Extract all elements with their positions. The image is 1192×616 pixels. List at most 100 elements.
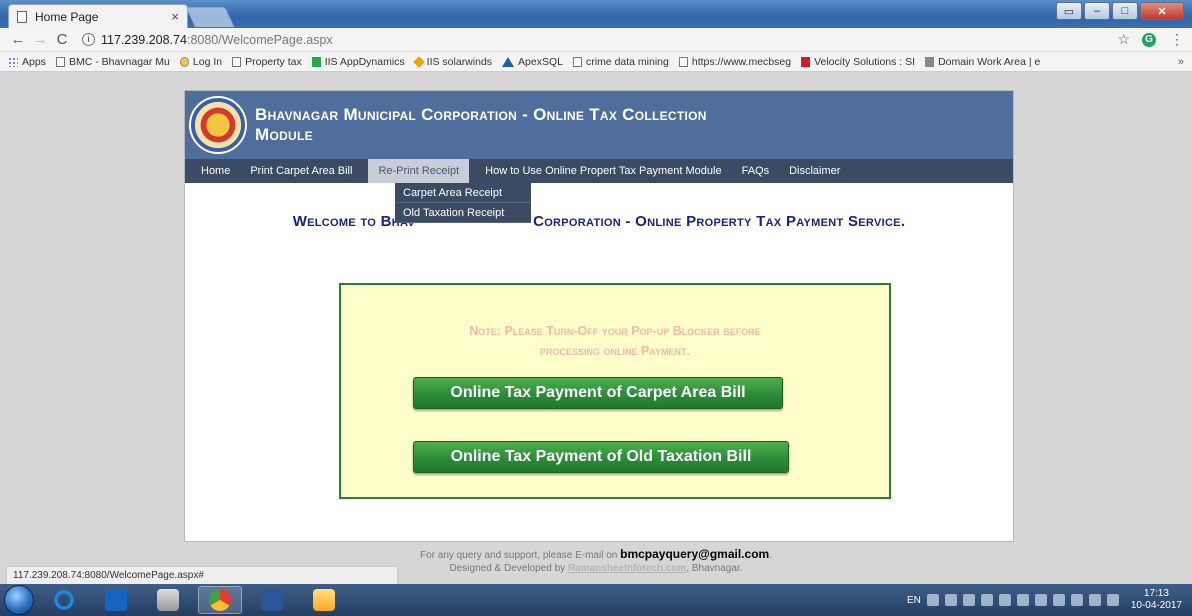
footer-support-line: For any query and support, please E-mail…: [0, 548, 1192, 562]
calculator-icon: [157, 589, 179, 611]
support-email[interactable]: bmcpayquery@gmail.com: [620, 547, 769, 561]
menu-home[interactable]: Home: [191, 159, 240, 183]
tray-app-icon[interactable]: [1052, 594, 1065, 606]
flag-icon[interactable]: [1070, 594, 1083, 606]
pay-carpet-area-bill-button[interactable]: Online Tax Payment of Carpet Area Bill: [413, 377, 783, 409]
close-window-button[interactable]: ✕: [1140, 2, 1184, 20]
popup-blocker-note: Note: Please Turn-Off your Pop-up Blocke…: [469, 324, 761, 358]
bookmark-domain-work[interactable]: Domain Work Area | e: [925, 56, 1040, 68]
developer-link[interactable]: RamansheeInfotech.com: [568, 563, 686, 574]
menu-faqs[interactable]: FAQs: [732, 159, 780, 183]
reload-icon[interactable]: C: [52, 31, 72, 48]
page-icon: [55, 56, 65, 67]
tray-app-icon[interactable]: [980, 594, 993, 606]
pay-old-taxation-bill-button[interactable]: Online Tax Payment of Old Taxation Bill: [413, 441, 789, 473]
dropdown-carpet-area-receipt[interactable]: Carpet Area Receipt: [395, 183, 531, 203]
site-title-line2: Module: [255, 125, 313, 144]
tray-app-icon[interactable]: [1034, 594, 1047, 606]
keyboard-icon[interactable]: [926, 594, 939, 606]
bookmark-label: crime data mining: [585, 55, 669, 68]
bookmark-velocity[interactable]: Velocity Solutions : SI: [801, 56, 915, 68]
bookmark-crime-data[interactable]: crime data mining: [572, 55, 669, 68]
bookmark-star-icon[interactable]: ☆: [1117, 31, 1130, 48]
info-icon[interactable]: i: [82, 33, 95, 46]
page-icon: [232, 56, 242, 67]
browser-tab-bar: Home Page × ▭ – □ ✕: [0, 0, 1192, 28]
word-icon: [261, 589, 283, 611]
forward-arrow-icon[interactable]: →: [30, 31, 50, 48]
bookmark-appdynamics[interactable]: IIS AppDynamics: [311, 56, 405, 68]
solarwinds-icon: [413, 55, 425, 68]
taskbar-calculator[interactable]: [146, 586, 190, 614]
tray-app-icon[interactable]: [998, 594, 1011, 606]
bookmark-label: Log In: [192, 55, 223, 68]
language-indicator[interactable]: EN: [907, 595, 921, 606]
bookmark-apps[interactable]: Apps: [8, 56, 46, 68]
bookmark-label: BMC - Bhavnagar Mu: [68, 55, 170, 68]
window-controls: ▭ – □ ✕: [1056, 2, 1184, 20]
windows-taskbar: EN 17:13 10-04-2017: [0, 584, 1192, 616]
tab-close-icon[interactable]: ×: [171, 9, 179, 24]
browser-status-url: 117.239.208.74:8080/WelcomePage.aspx#: [6, 566, 398, 585]
dropdown-old-taxation-receipt[interactable]: Old Taxation Receipt: [395, 203, 531, 223]
tray-app-icon[interactable]: [962, 594, 975, 606]
menu-disclaimer[interactable]: Disclaimer: [779, 159, 850, 183]
bmc-logo: [189, 96, 247, 154]
taskbar-explorer[interactable]: [302, 586, 346, 614]
clock-date: 10-04-2017: [1130, 600, 1182, 611]
start-button[interactable]: [4, 585, 34, 615]
site-container: Bhavnagar Municipal Corporation - Online…: [184, 90, 1014, 542]
bookmark-login[interactable]: Log In: [179, 55, 223, 68]
tray-app-icon[interactable]: [1016, 594, 1029, 606]
restore-icon[interactable]: ▭: [1056, 2, 1082, 20]
site-title: Bhavnagar Municipal Corporation - Online…: [255, 105, 707, 145]
menu-print-carpet-area-bill[interactable]: Print Carpet Area Bill: [240, 159, 362, 183]
system-clock[interactable]: 17:13 10-04-2017: [1131, 588, 1182, 612]
velocity-icon: [801, 56, 811, 67]
page-icon: [17, 10, 27, 23]
taskbar-chrome[interactable]: [198, 586, 242, 614]
apexsql-icon: [502, 56, 515, 67]
volume-icon[interactable]: [1088, 594, 1101, 606]
browser-tab[interactable]: Home Page ×: [8, 4, 188, 28]
welcome-heading: Welcome to Bhav Corporation - Online Prop…: [185, 213, 1013, 230]
bookmarks-bar: Apps BMC - Bhavnagar Mu Log In Property …: [0, 52, 1192, 72]
media-player-icon: [105, 589, 127, 611]
maximize-button[interactable]: □: [1112, 2, 1138, 20]
tray-app-icon[interactable]: [1106, 594, 1119, 606]
page-icon: [678, 56, 688, 67]
network-icon[interactable]: [944, 594, 957, 606]
menu-reprint-receipt[interactable]: Re-Print Receipt: [368, 159, 470, 183]
new-tab-button[interactable]: [185, 7, 235, 27]
site-title-line1: Bhavnagar Municipal Corporation - Online…: [255, 105, 707, 124]
bookmark-bmc[interactable]: BMC - Bhavnagar Mu: [55, 55, 170, 68]
url-path: :8080/WelcomePage.aspx: [186, 32, 333, 47]
payment-note-box: Note: Please Turn-Off your Pop-up Blocke…: [339, 283, 891, 499]
url-input[interactable]: i 117.239.208.74:8080/WelcomePage.aspx: [82, 33, 1117, 47]
welcome-heading-right: Corporation - Online Property Tax Paymen…: [533, 213, 906, 230]
minimize-button[interactable]: –: [1084, 2, 1110, 20]
reprint-dropdown: Carpet Area Receipt Old Taxation Receipt: [395, 183, 531, 223]
folder-icon: [313, 589, 335, 611]
bookmark-property-tax[interactable]: Property tax: [232, 56, 302, 68]
footer-support-suffix: .: [769, 550, 772, 561]
extension-icon[interactable]: G: [1142, 32, 1156, 47]
taskbar-ie[interactable]: [42, 586, 86, 614]
site-banner: Bhavnagar Municipal Corporation - Online…: [185, 91, 1013, 159]
back-arrow-icon[interactable]: ←: [8, 31, 28, 48]
bookmark-solarwinds[interactable]: IIS solarwinds: [413, 55, 492, 68]
taskbar-word[interactable]: [250, 586, 294, 614]
menu-how-to-use[interactable]: How to Use Online Propert Tax Payment Mo…: [475, 159, 731, 183]
url-host: 117.239.208.74: [101, 32, 187, 47]
clock-time: 17:13: [1143, 588, 1169, 599]
taskbar-media-player[interactable]: [94, 586, 138, 614]
bookmarks-overflow-icon[interactable]: »: [1178, 56, 1184, 68]
footer-support-text: For any query and support, please E-mail…: [420, 550, 621, 561]
system-tray: EN 17:13 10-04-2017: [907, 588, 1192, 612]
bookmark-mecbseg[interactable]: https://www.mecbseg: [678, 56, 791, 68]
bookmark-label: Velocity Solutions : SI: [814, 55, 916, 68]
bookmark-label: Property tax: [245, 55, 302, 68]
bookmark-apexsql[interactable]: ApexSQL: [502, 56, 563, 68]
globe-icon: [179, 56, 189, 67]
menu-kebab-icon[interactable]: ⋮: [1170, 31, 1184, 48]
